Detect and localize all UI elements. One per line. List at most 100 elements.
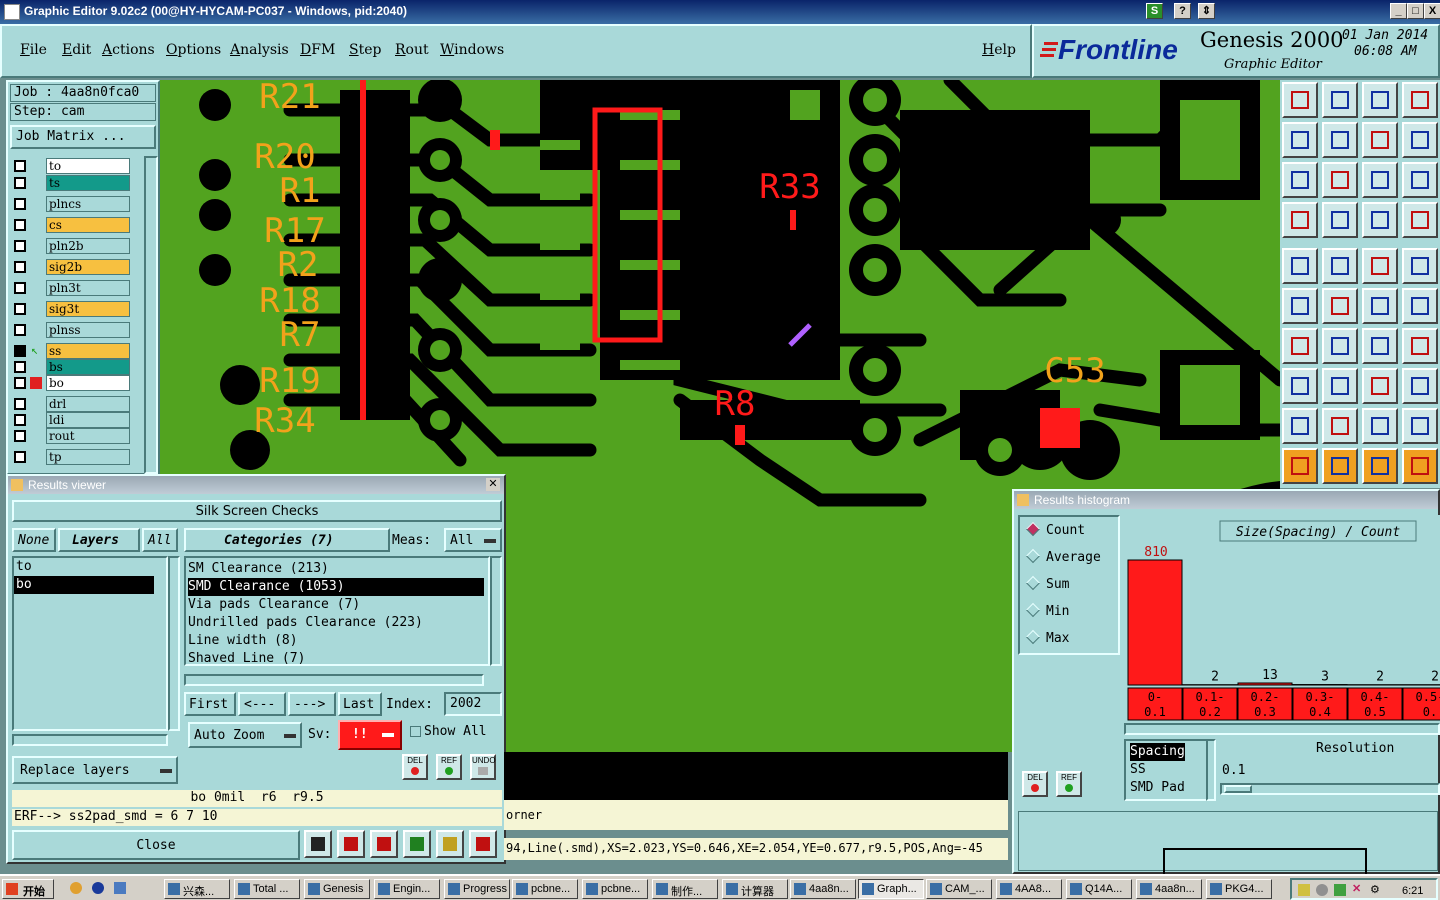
- category-item[interactable]: Shaved Line (7): [188, 650, 488, 668]
- results-viewer-close-icon[interactable]: ✕: [486, 478, 500, 491]
- layer-checkbox[interactable]: [14, 240, 26, 252]
- measure-item[interactable]: SMD Pad: [1130, 779, 1206, 797]
- next-button[interactable]: --->: [288, 692, 336, 716]
- hist-del-button[interactable]: DEL: [1022, 771, 1048, 797]
- show-all-checkbox[interactable]: [410, 726, 421, 737]
- mode-max-radio[interactable]: Max: [1025, 629, 1069, 646]
- mode-count-radio[interactable]: Count: [1025, 521, 1085, 538]
- taskbar-task[interactable]: pcbne...: [582, 879, 648, 899]
- snap-tool-icon[interactable]: [1362, 122, 1398, 158]
- menu-step[interactable]: Step: [349, 42, 381, 58]
- select-outline-tool-icon[interactable]: [1322, 248, 1358, 284]
- angle-tool-icon[interactable]: [1282, 328, 1318, 364]
- pointer-round-tool-icon[interactable]: [1362, 448, 1398, 484]
- taskbar-task[interactable]: 兴森...: [164, 879, 230, 899]
- category-item[interactable]: Undrilled pads Clearance (223): [188, 614, 488, 632]
- layer-checkbox[interactable]: [14, 219, 26, 231]
- layer-list-scrollbar[interactable]: [144, 156, 158, 474]
- quicklaunch-icon[interactable]: [70, 882, 82, 894]
- all-layers-button[interactable]: All: [142, 528, 178, 552]
- measure-item-selected[interactable]: Spacing: [1130, 743, 1185, 761]
- tray-icon[interactable]: [1298, 884, 1310, 896]
- layer-checkbox[interactable]: [14, 160, 26, 172]
- undo-button[interactable]: UNDO: [470, 754, 496, 780]
- histogram-bar[interactable]: [1237, 682, 1293, 686]
- layer-checkbox[interactable]: [14, 324, 26, 336]
- tray-icon[interactable]: [1334, 884, 1346, 896]
- line-point-alt-tool-icon[interactable]: [1402, 288, 1438, 324]
- zoom-fit-tool-icon[interactable]: [1322, 82, 1358, 118]
- layer-checkbox[interactable]: [14, 282, 26, 294]
- circle-pad-tool-icon[interactable]: [1402, 248, 1438, 284]
- taskbar-task[interactable]: 计算器: [722, 879, 788, 899]
- fill-tool-icon[interactable]: [1402, 368, 1438, 404]
- s-tray-icon[interactable]: S: [1146, 3, 1163, 19]
- none-layers-button[interactable]: None: [12, 528, 56, 552]
- report-icon[interactable]: [337, 830, 365, 858]
- zoom-home-tool-icon[interactable]: [1282, 82, 1318, 118]
- layer-row-rout[interactable]: rout: [14, 428, 130, 445]
- layer-row-cs[interactable]: cs: [14, 217, 130, 234]
- taskbar-task[interactable]: Total ...: [234, 879, 300, 899]
- taskbar-task[interactable]: Genesis: [304, 879, 370, 899]
- taskbar-task[interactable]: Engin...: [374, 879, 440, 899]
- histogram-chart[interactable]: Size(Spacing) / Count8100-0.120.1-0.2130…: [1124, 515, 1440, 725]
- menu-dfm[interactable]: DFM: [300, 42, 335, 58]
- pointer-step-tool-icon[interactable]: [1402, 448, 1438, 484]
- first-button[interactable]: First: [184, 692, 236, 716]
- layer-checkbox[interactable]: [14, 303, 26, 315]
- replace-layers-select[interactable]: Replace layers: [12, 756, 178, 784]
- menu-rout[interactable]: Rout: [395, 42, 429, 58]
- category-item[interactable]: Via pads Clearance (7): [188, 596, 488, 614]
- layer-row-to[interactable]: to: [14, 158, 130, 175]
- desktop-icon[interactable]: [114, 882, 126, 894]
- layer-checkbox[interactable]: [14, 430, 26, 442]
- pad-add-tool-icon[interactable]: [1282, 368, 1318, 404]
- help-tool-icon[interactable]: [1402, 162, 1438, 198]
- del-button[interactable]: DEL: [402, 754, 428, 780]
- meas-select[interactable]: All: [444, 528, 502, 552]
- taskbar-task[interactable]: 制作...: [652, 879, 718, 899]
- menu-file[interactable]: File: [20, 42, 47, 58]
- layer-row-sig3t[interactable]: sig3t: [14, 301, 130, 318]
- layer-checkbox[interactable]: [14, 414, 26, 426]
- histogram-hscrollbar[interactable]: [1124, 723, 1440, 735]
- layer-row-pln3t[interactable]: pln3t: [14, 280, 130, 297]
- result-layer-item-selected[interactable]: bo: [14, 576, 154, 594]
- last-button[interactable]: Last: [338, 692, 382, 716]
- taskbar-task[interactable]: Q14A...: [1066, 879, 1132, 899]
- layer-row-pln2b[interactable]: pln2b: [14, 238, 130, 255]
- prev-button[interactable]: <---: [238, 692, 286, 716]
- snap-settings-tool-icon[interactable]: [1402, 122, 1438, 158]
- layers-list-scrollbar[interactable]: [168, 556, 180, 731]
- layers-list-hscrollbar[interactable]: [12, 734, 168, 746]
- measure-scrollbar[interactable]: [1206, 739, 1216, 801]
- layer-row-ts[interactable]: ts: [14, 175, 130, 192]
- notes-icon[interactable]: [436, 830, 464, 858]
- close-window-button[interactable]: X: [1424, 3, 1440, 19]
- move-tool-icon[interactable]: [1282, 162, 1318, 198]
- dimension-tool-icon[interactable]: [1362, 368, 1398, 404]
- category-item-selected[interactable]: SMD Clearance (1053): [188, 578, 484, 596]
- menu-actions[interactable]: Actions: [102, 42, 155, 58]
- resolution-slider-thumb[interactable]: [1224, 785, 1252, 793]
- connect-tool-icon[interactable]: [1282, 288, 1318, 324]
- maximize-button[interactable]: □: [1407, 3, 1424, 19]
- menu-windows[interactable]: Windows: [440, 42, 504, 58]
- layer-row-sig2b[interactable]: sig2b: [14, 259, 130, 276]
- layer-row-plncs[interactable]: plncs: [14, 196, 130, 213]
- triangle-b-tool-icon[interactable]: [1322, 408, 1358, 444]
- layer-row-bo[interactable]: bo: [14, 375, 130, 392]
- triangle-a-tool-icon[interactable]: [1282, 408, 1318, 444]
- ruler-tool-icon[interactable]: [1362, 248, 1398, 284]
- split-tool-icon[interactable]: [1402, 328, 1438, 364]
- layer-checkbox[interactable]: [14, 398, 26, 410]
- scale-1to2-tool-icon[interactable]: [1362, 162, 1398, 198]
- hist-ref-button[interactable]: REF: [1056, 771, 1082, 797]
- cross-tool-icon[interactable]: [1322, 288, 1358, 324]
- layer-checkbox[interactable]: [14, 261, 26, 273]
- layer-row-tp[interactable]: tp: [14, 449, 130, 466]
- close-button[interactable]: Close: [12, 830, 300, 860]
- delete-icon[interactable]: [370, 830, 398, 858]
- mode-average-radio[interactable]: Average: [1025, 548, 1101, 565]
